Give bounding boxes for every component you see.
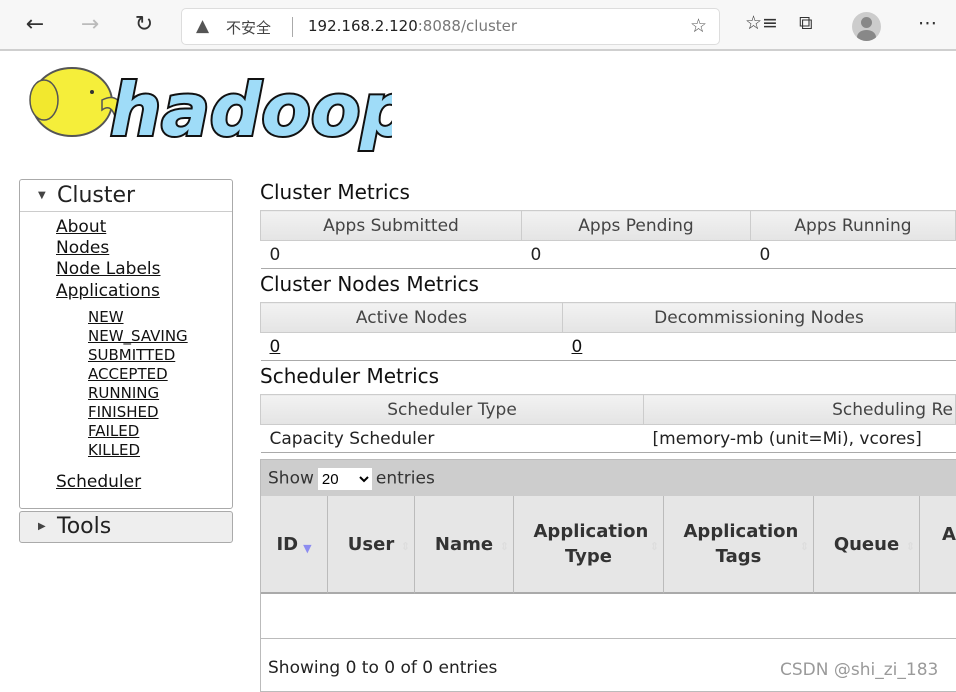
link-state-failed[interactable]: FAILED xyxy=(88,422,139,440)
col-active-nodes: Active Nodes xyxy=(260,302,563,333)
col-apps-pending: Apps Pending xyxy=(521,210,751,241)
apps-submitted-value: 0 xyxy=(260,240,522,269)
sort-icon: ⇕ xyxy=(799,540,809,553)
link-node-labels[interactable]: Node Labels xyxy=(56,259,161,279)
scheduler-type-value: Capacity Scheduler xyxy=(260,424,644,453)
scheduler-metrics-table: Scheduler Type Scheduling Re Capacity Sch… xyxy=(260,394,956,453)
hadoop-logo: hadoop xyxy=(29,66,392,152)
col-application-tags[interactable]: Application Tags ⇕ xyxy=(664,496,814,594)
col-id[interactable]: ID ▼ xyxy=(261,496,328,594)
tools-header[interactable]: ▶ Tools xyxy=(20,512,232,542)
applications-table: Show 20 entries ID ▼ User ⇕ Name ⇕ Applicatio… xyxy=(260,459,956,692)
col-scheduler-type: Scheduler Type xyxy=(260,394,644,425)
cluster-metrics-table: Apps Submitted Apps Pending Apps Running 0… xyxy=(260,210,956,269)
col-scheduling-resource: Scheduling Re xyxy=(643,394,956,425)
apps-pending-value: 0 xyxy=(521,240,751,269)
forward-icon[interactable]: → xyxy=(75,12,105,37)
cluster-panel: ▼ Cluster About Nodes Node Labels Applica… xyxy=(19,179,233,509)
col-apps-submitted: Apps Submitted xyxy=(260,210,522,241)
more-icon[interactable]: ⋯ xyxy=(918,12,937,34)
back-icon[interactable]: ← xyxy=(20,12,50,37)
profile-avatar[interactable] xyxy=(852,12,881,41)
link-about[interactable]: About xyxy=(56,217,106,237)
link-state-accepted[interactable]: ACCEPTED xyxy=(88,365,168,383)
col-queue[interactable]: Queue ⇕ xyxy=(814,496,920,594)
link-state-finished[interactable]: FINISHED xyxy=(88,403,159,421)
sort-icon: ⇕ xyxy=(905,540,915,553)
link-state-submitted[interactable]: SUBMITTED xyxy=(88,346,175,364)
svg-text:hadoop: hadoop xyxy=(110,68,392,152)
empty-row xyxy=(261,594,956,639)
col-apps-running: Apps Running xyxy=(750,210,956,241)
show-label: Show xyxy=(268,468,314,489)
watermark: CSDN @shi_zi_183 xyxy=(780,660,939,680)
scheduling-resource-value: [memory-mb (unit=Mi), vcores] xyxy=(643,424,956,453)
favorites-icon[interactable]: ☆≡ xyxy=(745,12,778,34)
decommissioning-nodes-link[interactable]: 0 xyxy=(572,337,583,357)
active-nodes-link[interactable]: 0 xyxy=(270,337,281,357)
browser-toolbar: ← → ↻ ▲ 不安全 192.168.2.120:8088/cluster ☆… xyxy=(0,0,956,51)
page-size-select[interactable]: 20 xyxy=(317,468,372,490)
sort-icon: ⇕ xyxy=(400,540,410,553)
warning-icon: ▲ xyxy=(196,16,210,36)
col-decommissioning-nodes: Decommissioning Nodes xyxy=(562,302,956,333)
sort-icon: ⇕ xyxy=(649,540,659,553)
link-state-new[interactable]: NEW xyxy=(88,308,124,326)
collections-icon[interactable]: ⧉ xyxy=(799,12,813,34)
col-user[interactable]: User ⇕ xyxy=(328,496,415,594)
address-bar[interactable]: ▲ 不安全 192.168.2.120:8088/cluster ☆ xyxy=(181,8,720,45)
entries-label: entries xyxy=(375,468,435,489)
divider xyxy=(292,17,293,37)
scheduler-metrics-title: Scheduler Metrics xyxy=(260,364,440,388)
cluster-header[interactable]: ▼ Cluster xyxy=(20,180,232,212)
cluster-metrics-title: Cluster Metrics xyxy=(260,180,410,204)
expand-triangle-icon: ▼ xyxy=(38,190,46,201)
col-truncated[interactable]: A xyxy=(920,496,956,594)
sort-desc-icon: ▼ xyxy=(303,541,312,555)
add-favorite-icon[interactable]: ☆ xyxy=(690,15,707,37)
table-info: Showing 0 to 0 of 0 entries xyxy=(268,658,498,678)
length-control: Show 20 entries xyxy=(261,460,956,496)
link-applications[interactable]: Applications xyxy=(56,281,160,301)
collapsed-triangle-icon: ▶ xyxy=(38,521,46,532)
apps-running-value: 0 xyxy=(750,240,956,269)
tools-panel[interactable]: ▶ Tools xyxy=(19,511,233,543)
link-state-running[interactable]: RUNNING xyxy=(88,384,159,402)
refresh-icon[interactable]: ↻ xyxy=(129,12,159,37)
col-name[interactable]: Name ⇕ xyxy=(415,496,514,594)
link-scheduler[interactable]: Scheduler xyxy=(56,472,141,492)
link-state-killed[interactable]: KILLED xyxy=(88,441,140,459)
col-application-type[interactable]: Application Type ⇕ xyxy=(514,496,664,594)
sort-icon: ⇕ xyxy=(499,540,509,553)
url-text: 192.168.2.120:8088/cluster xyxy=(308,17,518,35)
security-label: 不安全 xyxy=(226,19,272,37)
link-nodes[interactable]: Nodes xyxy=(56,238,109,258)
nodes-metrics-title: Cluster Nodes Metrics xyxy=(260,272,479,296)
link-state-new-saving[interactable]: NEW_SAVING xyxy=(88,327,188,345)
nodes-metrics-table: Active Nodes Decommissioning Nodes 0 0 xyxy=(260,302,956,361)
